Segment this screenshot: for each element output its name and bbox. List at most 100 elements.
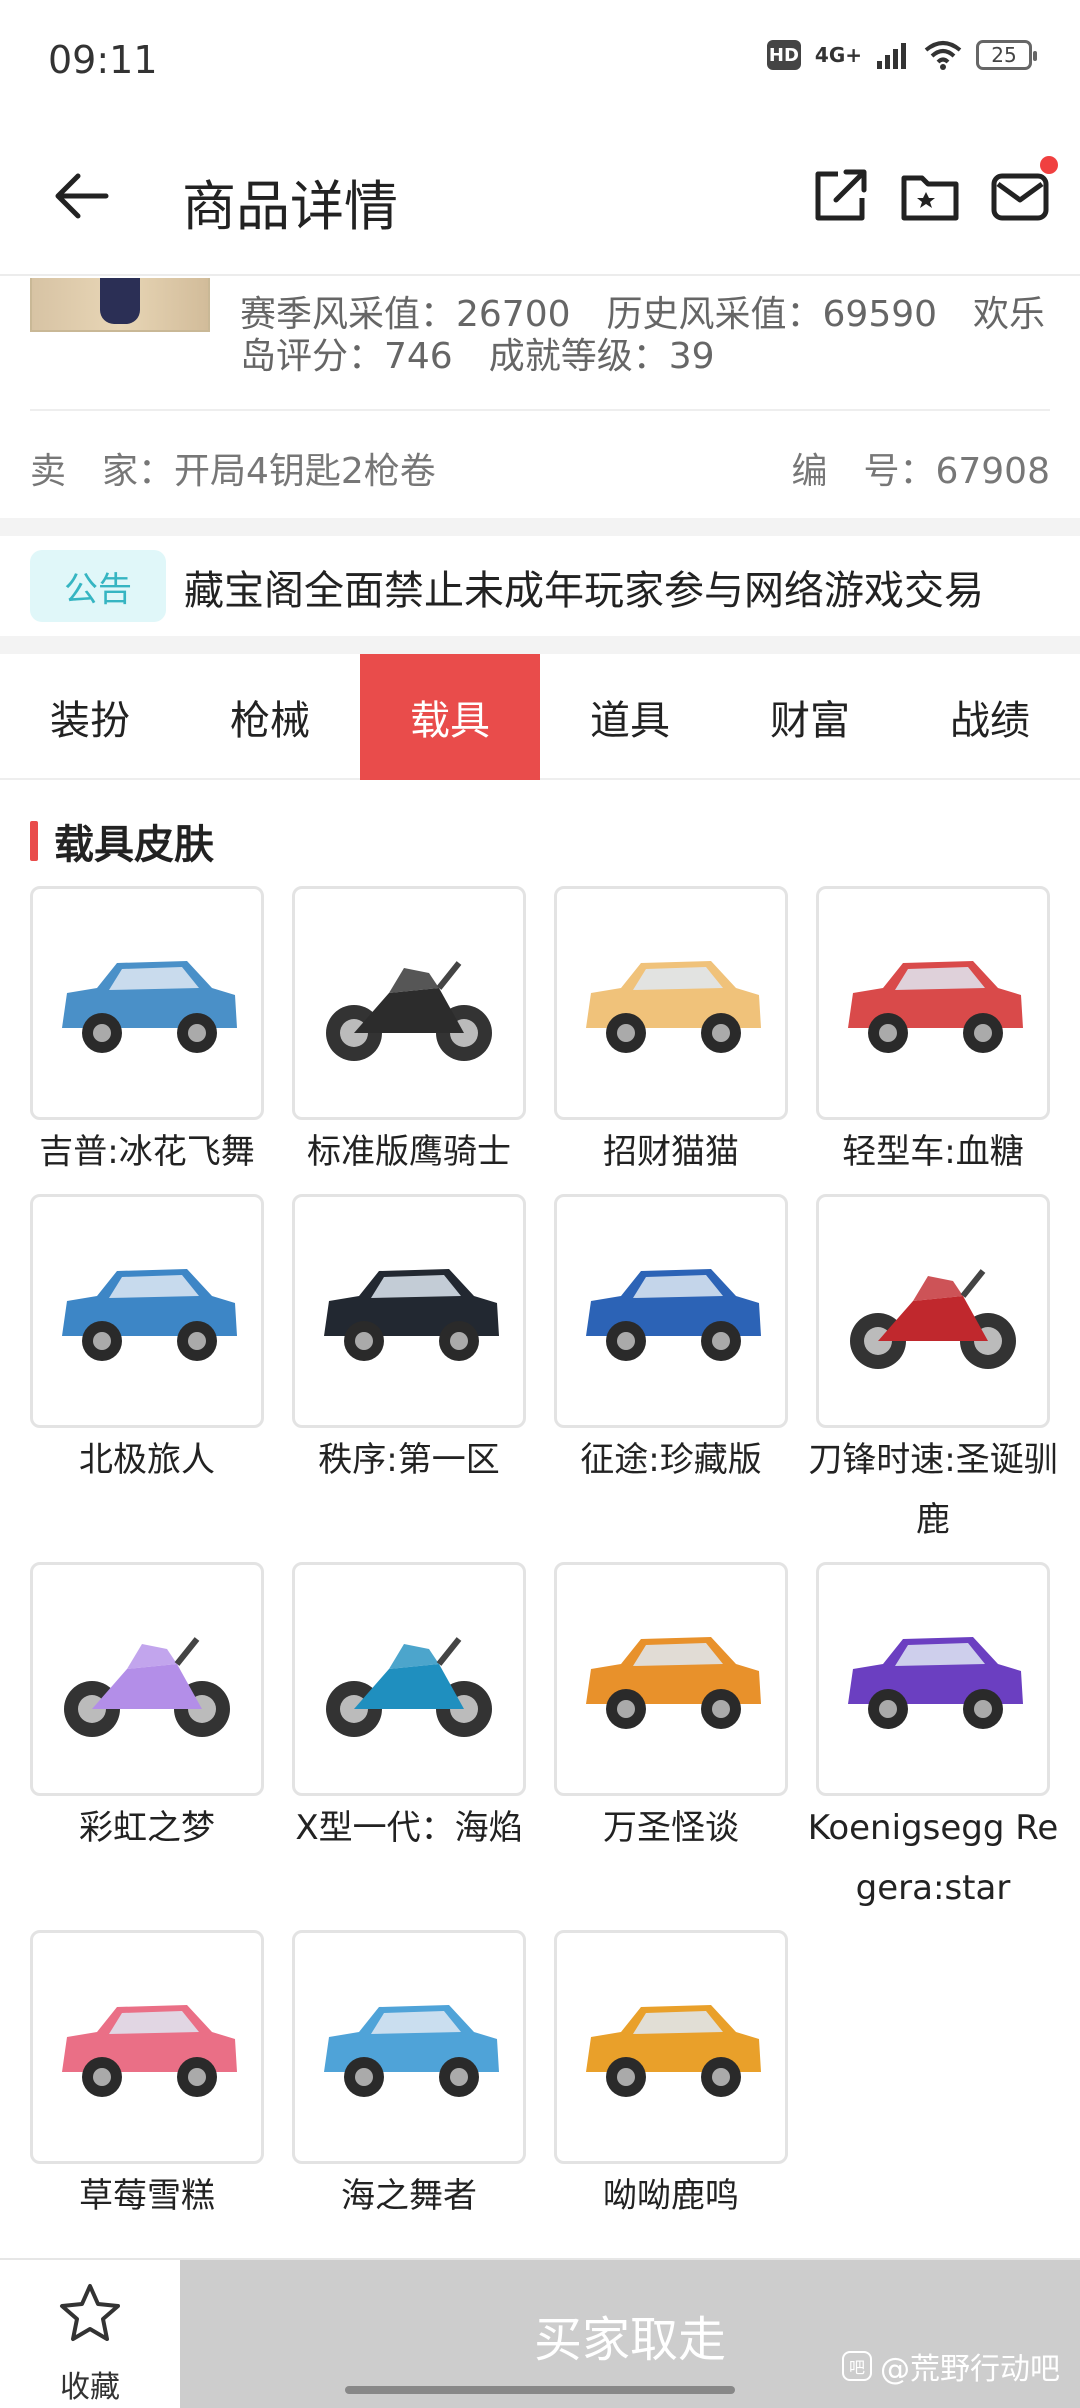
home-indicator[interactable] (345, 2386, 735, 2394)
notice-badge: 公告 (30, 550, 166, 622)
seller-label: 卖 家：开局4钥匙2枪卷 (30, 451, 436, 492)
status-icons: HD 4G+ 25 (766, 40, 1037, 70)
status-bar: 09:11 HD 4G+ 25 (0, 0, 1080, 120)
seller-row: 卖 家：开局4钥匙2枪卷 编 号：67908 (30, 442, 1050, 494)
vehicle-image (292, 886, 526, 1120)
sports-car-icon (324, 1269, 499, 1361)
vehicle-name: X型一代：海焰 (295, 1808, 523, 1848)
favorite-label: 收藏 (60, 2370, 120, 2405)
whale-van-icon (324, 2005, 499, 2097)
vehicle-image (554, 1194, 788, 1428)
vehicle-name: 彩虹之梦 (79, 1808, 215, 1848)
watermark-text: @荒野行动吧 (880, 2352, 1060, 2387)
serial-number: 编 号：67908 (791, 451, 1050, 492)
vehicle-name: 征途:珍藏版 (580, 1440, 762, 1480)
vehicle-image (292, 1194, 526, 1428)
favorite-button[interactable]: 收藏 (0, 2260, 180, 2408)
reindeer-motorcycle-icon (850, 1269, 1016, 1369)
tab-record[interactable]: 战绩 (900, 654, 1080, 780)
tab-vehicles[interactable]: 载具 (360, 654, 540, 780)
vehicle-image (30, 886, 264, 1120)
vehicle-image (554, 1930, 788, 2164)
message-button[interactable] (988, 156, 1058, 228)
vehicle-name: 吉普:冰花飞舞 (39, 1132, 255, 1172)
ice-cream-truck-icon (62, 2005, 237, 2097)
vehicle-card[interactable]: 征途:珍藏版 (554, 1194, 788, 1490)
vehicle-name: 万圣怪谈 (603, 1808, 739, 1848)
vehicle-image (554, 1562, 788, 1796)
star-icon (60, 2284, 120, 2341)
vehicle-image (292, 1930, 526, 2164)
vehicle-image (816, 886, 1050, 1120)
share-icon[interactable] (808, 164, 872, 228)
divider (0, 518, 1080, 536)
vehicle-name: 秩序:第一区 (318, 1440, 500, 1480)
unread-dot (1040, 156, 1058, 174)
vehicle-card[interactable]: 彩虹之梦 (30, 1562, 264, 1858)
vehicle-card[interactable]: 轻型车:血糖 (816, 886, 1050, 1182)
section-title: 载具皮肤 (30, 818, 214, 868)
vehicle-name: 草莓雪糕 (79, 2176, 215, 2216)
divider (30, 409, 1050, 411)
vehicle-card[interactable]: 万圣怪谈 (554, 1562, 788, 1858)
bottom-action-bar: 收藏 买家取走 吧 @荒野行动吧 (0, 2258, 1080, 2408)
tab-wealth[interactable]: 财富 (720, 654, 900, 780)
vehicle-name: 标准版鹰骑士 (307, 1132, 511, 1172)
vehicle-card[interactable]: 草莓雪糕 (30, 1930, 264, 2226)
status-time: 09:11 (48, 38, 158, 82)
hd-icon: HD (766, 40, 801, 70)
vehicle-image (554, 886, 788, 1120)
stats-line: 赛季风采值：26700 历史风采值：69590 欢乐 (240, 294, 1046, 335)
mini-car-icon (62, 1269, 237, 1361)
vehicle-name: 北极旅人 (79, 1440, 215, 1480)
suv-icon (586, 1269, 761, 1361)
stats-line: 岛评分：746 成就等级：39 (240, 336, 715, 377)
favorite-folder-icon[interactable] (898, 164, 962, 228)
jeep-icon (62, 961, 237, 1053)
vehicle-card[interactable]: 吉普:冰花飞舞 (30, 886, 264, 1182)
character-figure (100, 278, 140, 324)
watermark-logo-icon: 吧 (842, 2351, 872, 2381)
back-arrow-icon[interactable] (50, 164, 114, 228)
section-title-text: 载具皮肤 (54, 822, 214, 868)
vehicle-name: 轻型车:血糖 (842, 1132, 1024, 1172)
motorcycle-icon (326, 961, 492, 1061)
network-label: 4G+ (814, 43, 862, 67)
vehicle-card[interactable]: 标准版鹰骑士 (292, 886, 526, 1182)
battery-icon: 25 (976, 40, 1037, 70)
vehicle-card[interactable]: 招财猫猫 (554, 886, 788, 1182)
notice-row[interactable]: 公告 藏宝阁全面禁止未成年玩家参与网络游戏交易 (0, 536, 1080, 636)
vehicle-image (292, 1562, 526, 1796)
vehicle-card[interactable]: 呦呦鹿鸣 (554, 1930, 788, 2226)
vehicle-card[interactable]: 北极旅人 (30, 1194, 264, 1490)
rainbow-motorcycle-icon (64, 1637, 230, 1737)
signal-icon (877, 43, 906, 69)
watermark: 吧 @荒野行动吧 (842, 2344, 1060, 2388)
food-truck-icon (848, 961, 1023, 1053)
account-info: 赛季风采值：26700 历史风采值：69590 欢乐 岛评分：746 成就等级：… (0, 278, 1080, 518)
tab-outfit[interactable]: 装扮 (0, 654, 180, 780)
nav-bar: 商品详情 (0, 120, 1080, 276)
vehicle-card[interactable]: 刀锋时速:圣诞驯鹿 (808, 1194, 1058, 1550)
vehicle-name: 呦呦鹿鸣 (603, 2176, 739, 2216)
account-thumbnail[interactable] (30, 278, 210, 332)
tab-weapons[interactable]: 枪械 (180, 654, 360, 780)
pickup-truck-icon (586, 1637, 761, 1729)
vehicle-card[interactable]: 海之舞者 (292, 1930, 526, 2226)
vehicle-card[interactable]: Koenigsegg Regera:star (808, 1562, 1058, 1918)
deer-van-icon (586, 2005, 761, 2097)
notice-text: 藏宝阁全面禁止未成年玩家参与网络游戏交易 (184, 568, 984, 614)
tab-items[interactable]: 道具 (540, 654, 720, 780)
vehicle-name: Koenigsegg Regera:star (807, 1808, 1059, 1908)
vehicle-name: 招财猫猫 (603, 1132, 739, 1172)
vehicle-name: 刀锋时速:圣诞驯鹿 (808, 1440, 1058, 1540)
wifi-icon (924, 41, 962, 70)
vehicle-card[interactable]: 秩序:第一区 (292, 1194, 526, 1490)
vehicle-name: 海之舞者 (341, 2176, 477, 2216)
vehicle-image (816, 1562, 1050, 1796)
sea-motorcycle-icon (326, 1637, 492, 1737)
supercar-icon (848, 1637, 1023, 1729)
divider (0, 636, 1080, 654)
category-tabs: 装扮 枪械 载具 道具 财富 战绩 (0, 654, 1080, 780)
vehicle-card[interactable]: X型一代：海焰 (292, 1562, 526, 1858)
